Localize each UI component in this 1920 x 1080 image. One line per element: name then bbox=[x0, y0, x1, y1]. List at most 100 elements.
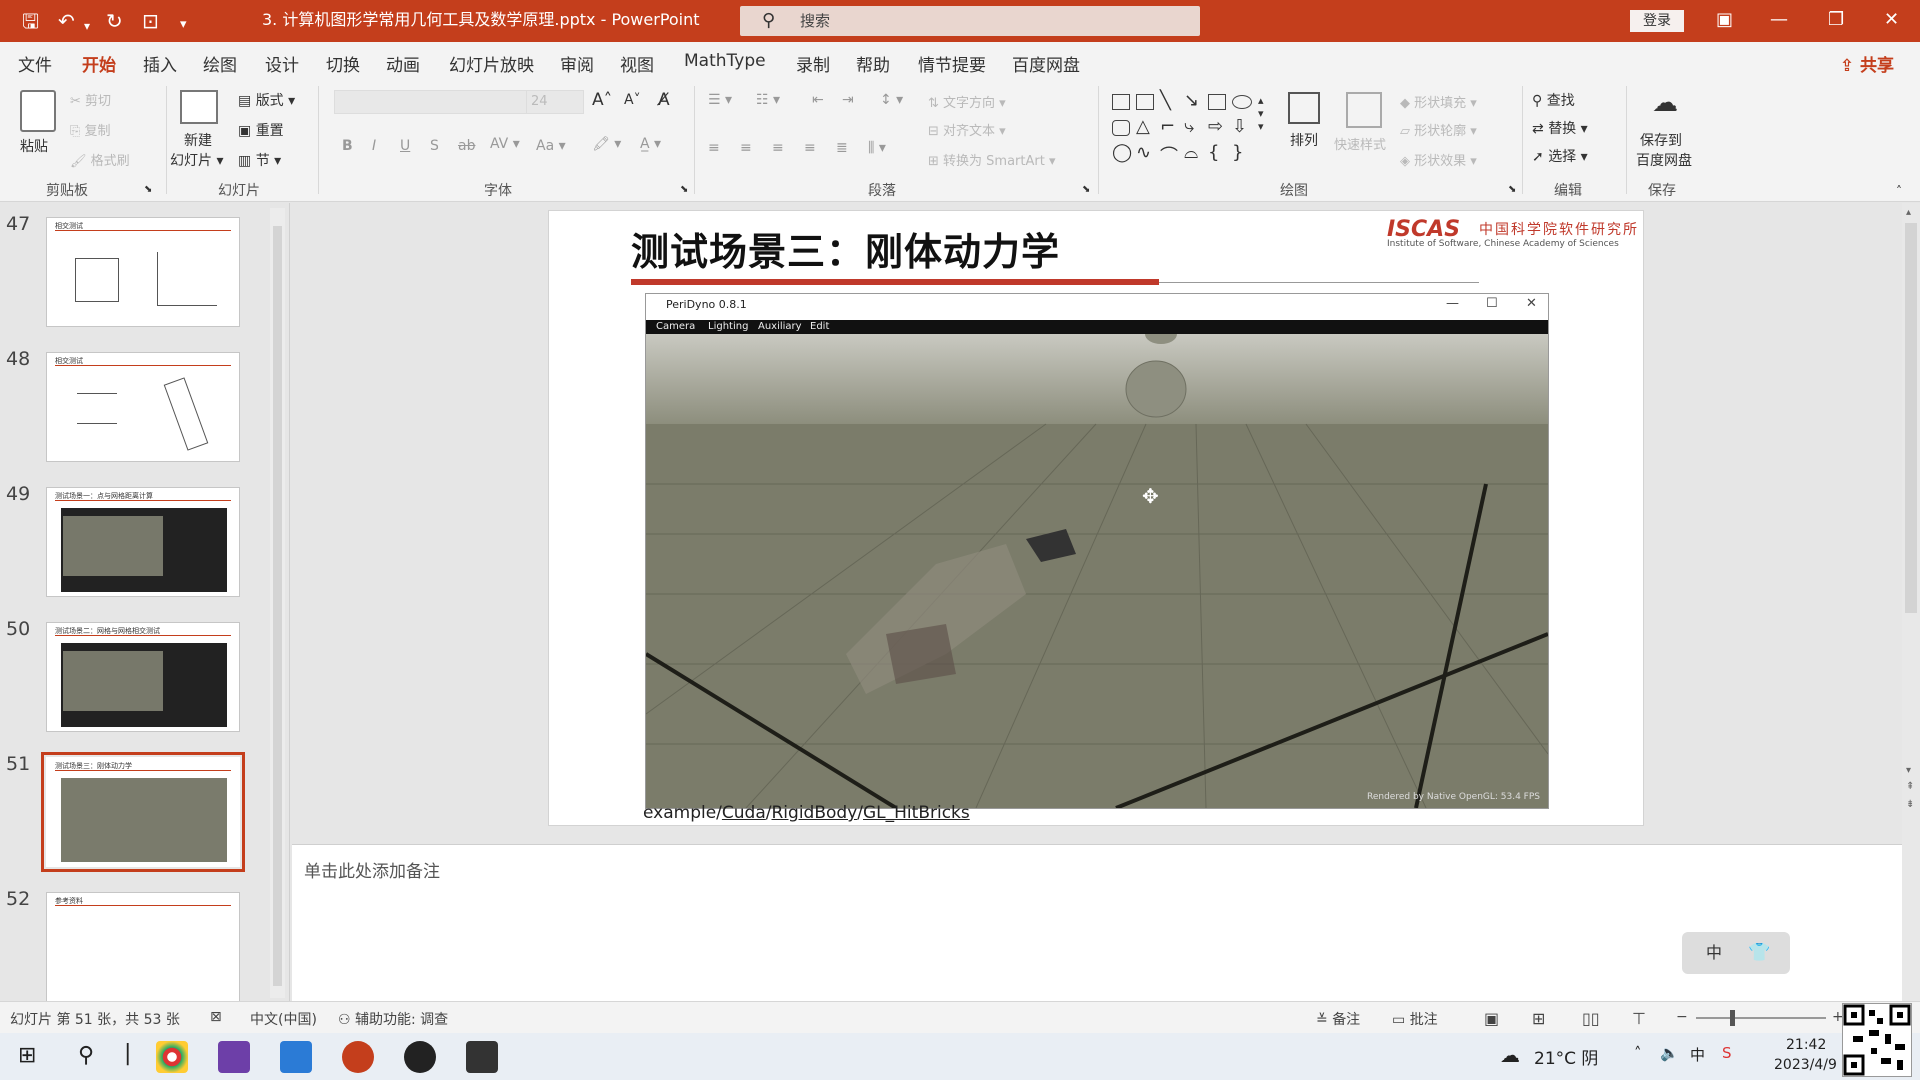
rectangle-shape-icon[interactable] bbox=[1208, 94, 1226, 110]
down-arrow-shape-icon[interactable]: ⇩ bbox=[1232, 116, 1247, 137]
clear-format-icon[interactable]: A̸ bbox=[658, 90, 670, 110]
section-button[interactable]: ▥ 节 ▾ bbox=[238, 150, 281, 170]
paste-button[interactable]: 粘贴 bbox=[20, 136, 48, 156]
numbering-icon[interactable]: ☷ ▾ bbox=[756, 92, 780, 108]
tab-slideshow[interactable]: 幻灯片放映 bbox=[449, 51, 534, 76]
weather-icon[interactable]: ☁ bbox=[1500, 1043, 1520, 1067]
slide-thumbnail-49[interactable]: 测试场景一：点与网格距离计算 bbox=[46, 487, 240, 597]
italic-icon[interactable]: I bbox=[372, 138, 376, 154]
font-size-select[interactable]: 24 bbox=[526, 90, 584, 114]
ime-skin-icon[interactable]: 👕 bbox=[1748, 932, 1770, 974]
right-brace-shape-icon[interactable]: } bbox=[1232, 142, 1243, 163]
clock-date[interactable]: 2023/4/9 bbox=[1774, 1057, 1837, 1073]
char-spacing-icon[interactable]: AV ▾ bbox=[490, 136, 520, 152]
curve-shape-icon[interactable]: ⌓ bbox=[1184, 142, 1198, 163]
shape-outline-button[interactable]: ▱ 形状轮廓 ▾ bbox=[1400, 120, 1477, 139]
tab-baidu[interactable]: 百度网盘 bbox=[1012, 51, 1080, 76]
bullets-icon[interactable]: ☰ ▾ bbox=[708, 92, 732, 108]
tab-view[interactable]: 视图 bbox=[620, 51, 654, 76]
sogou-icon[interactable]: S bbox=[1722, 1044, 1732, 1062]
align-text-button[interactable]: ⊟ 对齐文本 ▾ bbox=[928, 120, 1006, 139]
minimize-icon[interactable]: — bbox=[1770, 8, 1788, 32]
arrow-shape-icon[interactable]: ↘ bbox=[1184, 90, 1199, 111]
tab-insert[interactable]: 插入 bbox=[143, 51, 177, 76]
arrange-icon[interactable] bbox=[1288, 92, 1320, 124]
tab-mathtype[interactable]: MathType bbox=[684, 51, 766, 71]
ime-tray-icon[interactable]: 中 bbox=[1690, 1044, 1705, 1065]
editor-scrollbar[interactable]: ▴ ▾ ⇞ ⇟ bbox=[1902, 203, 1920, 1001]
baidu-cloud-icon[interactable]: ☁ bbox=[1652, 88, 1678, 118]
arc-shape-icon[interactable]: ⌒ bbox=[1160, 142, 1178, 168]
cut-button[interactable]: ✂ 剪切 bbox=[70, 90, 111, 109]
ime-toolbar[interactable]: 中 👕 bbox=[1682, 932, 1790, 974]
reset-button[interactable]: ▣ 重置 bbox=[238, 120, 284, 140]
customize-qat-icon[interactable]: ▾ bbox=[180, 13, 187, 37]
weather-text[interactable]: 21°C 阴 bbox=[1534, 1044, 1598, 1069]
format-painter-button[interactable]: 🖌 格式刷 bbox=[70, 150, 130, 169]
tab-transitions[interactable]: 切换 bbox=[326, 51, 360, 76]
taskbar-search-icon[interactable]: ⚲ bbox=[78, 1043, 94, 1068]
oval-shape-icon[interactable] bbox=[1232, 95, 1252, 109]
comments-button[interactable]: ▭ 批注 bbox=[1392, 1009, 1438, 1029]
left-brace-shape-icon[interactable]: { bbox=[1208, 142, 1219, 163]
signin-button[interactable]: 登录 bbox=[1630, 10, 1684, 32]
highlight-icon[interactable]: 🖍 ▾ bbox=[592, 136, 621, 152]
triangle-shape-icon[interactable]: △ bbox=[1136, 116, 1150, 137]
shrink-font-icon[interactable]: A˅ bbox=[624, 92, 641, 108]
new-slide-icon[interactable] bbox=[180, 90, 218, 124]
justify-icon[interactable]: ≡ bbox=[804, 140, 816, 156]
slideshow-icon[interactable]: ⊤ bbox=[1632, 1009, 1646, 1028]
shapes-more-icon[interactable]: ▴ ▾ ▾ bbox=[1258, 94, 1264, 133]
font-launcher-icon[interactable]: ⬊ bbox=[680, 184, 688, 195]
collapse-ribbon-icon[interactable]: ˄ bbox=[1896, 184, 1902, 198]
save-to-baidu-button[interactable]: 保存到 bbox=[1640, 130, 1682, 150]
task-view-icon[interactable]: | bbox=[124, 1041, 131, 1066]
font-color-icon[interactable]: A̲ ▾ bbox=[640, 136, 661, 152]
zoom-slider-handle[interactable] bbox=[1730, 1010, 1735, 1026]
slide-canvas[interactable]: 测试场景三：刚体动力学 ISCAS 中国科学院软件研究所 Institute o… bbox=[548, 210, 1644, 826]
align-center-icon[interactable]: ≡ bbox=[740, 140, 752, 156]
caption-link-cuda[interactable]: Cuda bbox=[722, 803, 766, 823]
tab-animations[interactable]: 动画 bbox=[386, 51, 420, 76]
freeform-shape-icon[interactable]: ∿ bbox=[1136, 142, 1151, 163]
new-slide-button[interactable]: 新建 bbox=[184, 130, 212, 150]
textbox-shape-icon[interactable] bbox=[1112, 94, 1130, 110]
tray-expand-icon[interactable]: ˄ bbox=[1634, 1044, 1642, 1062]
underline-icon[interactable]: U bbox=[400, 138, 410, 154]
close-icon[interactable]: ✕ bbox=[1884, 8, 1899, 32]
copy-button[interactable]: ⎘ 复制 bbox=[70, 120, 111, 139]
vscode-app-icon[interactable] bbox=[280, 1041, 312, 1073]
example-path-caption[interactable]: example/Cuda/RigidBody/GL_HitBricks bbox=[643, 803, 970, 823]
tab-review[interactable]: 审阅 bbox=[560, 51, 594, 76]
save-icon[interactable]: 🖫 bbox=[22, 9, 39, 33]
tab-storyboard[interactable]: 情节提要 bbox=[918, 51, 986, 76]
normal-view-icon[interactable]: ▣ bbox=[1484, 1009, 1499, 1028]
caption-link-rigidbody[interactable]: RigidBody bbox=[772, 803, 858, 823]
zoom-out-button[interactable]: − bbox=[1676, 1009, 1688, 1025]
slide-thumbnail-52[interactable]: 参考资料 bbox=[46, 892, 240, 1002]
ime-mode[interactable]: 中 bbox=[1706, 932, 1722, 974]
language-indicator[interactable]: 中文(中国) bbox=[250, 1009, 317, 1029]
select-button[interactable]: ➚ 选择 ▾ bbox=[1532, 146, 1588, 166]
scroll-up-icon[interactable]: ▴ bbox=[1906, 207, 1911, 218]
slide-title[interactable]: 测试场景三：刚体动力学 bbox=[631, 221, 1060, 276]
redo-icon[interactable]: ↻ bbox=[106, 9, 123, 33]
scroll-down-icon[interactable]: ▾ bbox=[1906, 765, 1911, 776]
clock-time[interactable]: 21:42 bbox=[1786, 1037, 1826, 1053]
chrome-app-icon[interactable] bbox=[156, 1041, 188, 1073]
shape-effects-button[interactable]: ◈ 形状效果 ▾ bbox=[1400, 150, 1477, 169]
ribbon-display-icon[interactable]: ▣ bbox=[1716, 8, 1733, 32]
paragraph-launcher-icon[interactable]: ⬊ bbox=[1082, 184, 1090, 195]
bold-icon[interactable]: B bbox=[342, 138, 353, 154]
strikethrough-icon[interactable]: ab bbox=[458, 138, 475, 154]
tab-design[interactable]: 设计 bbox=[265, 51, 299, 76]
vtextbox-shape-icon[interactable] bbox=[1136, 94, 1154, 110]
arrange-button[interactable]: 排列 bbox=[1290, 130, 1318, 150]
columns-icon[interactable]: ⫼ ▾ bbox=[868, 140, 886, 156]
scrollbar-thumb[interactable] bbox=[273, 226, 282, 986]
slide-thumbnail-48[interactable]: 相交测试 bbox=[46, 352, 240, 462]
reading-view-icon[interactable]: ▯▯ bbox=[1582, 1009, 1600, 1028]
powerpoint-app-icon[interactable] bbox=[342, 1041, 374, 1073]
caption-link-hitbricks[interactable]: GL_HitBricks bbox=[863, 803, 970, 823]
slide-sorter-icon[interactable]: ⊞ bbox=[1532, 1009, 1545, 1028]
